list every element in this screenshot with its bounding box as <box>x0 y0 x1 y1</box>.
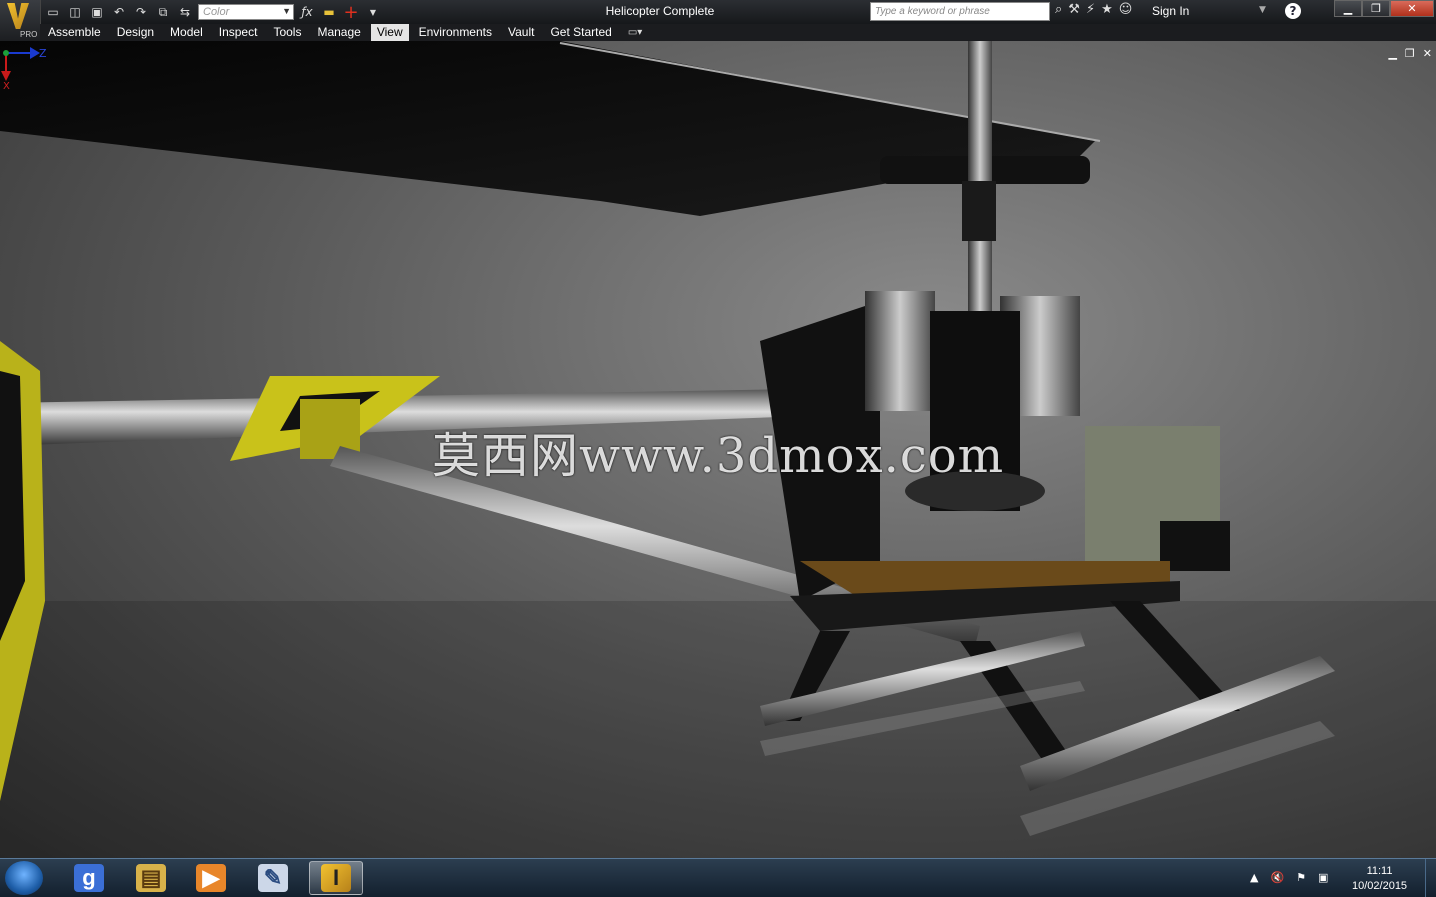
help-toolbar: ⌕ ⚒ ⚡ ★ ☺ <box>1055 2 1132 17</box>
tools-icon[interactable]: ⚒ <box>1068 2 1080 17</box>
tab-inspect[interactable]: Inspect <box>211 24 266 41</box>
help-icon[interactable]: ? <box>1285 3 1301 19</box>
formula-icon[interactable]: ƒx <box>298 3 316 21</box>
floor-shadow <box>0 601 1436 858</box>
tab-view[interactable]: View <box>370 24 409 41</box>
tab-tools[interactable]: Tools <box>265 24 309 41</box>
chevron-down-icon: ▼ <box>282 6 291 16</box>
show-hidden-icons-icon[interactable]: ▲ <box>1250 871 1258 884</box>
tab-manage[interactable]: Manage <box>309 24 368 41</box>
inventor-logo-icon <box>7 3 29 29</box>
update-icon[interactable]: ⇆ <box>176 3 194 21</box>
chevron-down-icon[interactable]: ▼ <box>1259 5 1266 15</box>
network-icon[interactable]: ▣ <box>1318 871 1328 884</box>
media-player-icon: ▶ <box>196 864 226 892</box>
subscription-icon[interactable]: ⚡ <box>1086 2 1095 17</box>
clock-date: 10/02/2015 <box>1352 880 1408 892</box>
redo-icon[interactable]: ↷ <box>132 3 150 21</box>
y-axis-dot <box>3 50 9 56</box>
taskbar-app-explorer[interactable]: ▤ <box>124 861 178 895</box>
clock-time: 11:11 <box>1366 865 1393 877</box>
ribbon-options-icon[interactable]: ▭▾ <box>628 27 642 38</box>
volume-muted-icon[interactable]: 🔇 <box>1270 871 1284 884</box>
system-clock[interactable]: 11:11 10/02/2015 <box>1352 864 1407 894</box>
windows-taskbar: g ▤ ▶ ✎ I ▲ 🔇 ⚑ ▣ 11:11 10/02/2015 <box>0 858 1436 897</box>
restore-button[interactable]: ❐ <box>1362 0 1390 17</box>
inventor-icon: I <box>321 864 351 892</box>
title-bar: ▭ ◫ ▣ ↶ ↷ ⧉ ⇆ Color ▼ ƒx ▬ + ▼ Helicopte… <box>0 0 1436 24</box>
graphics-viewport[interactable]: ▁ ❐ ✕ 莫西网www.3dmox.com Z X <box>0 41 1436 858</box>
tab-assemble[interactable]: Assemble <box>40 24 109 41</box>
close-button[interactable]: ✕ <box>1390 0 1434 17</box>
minimize-button[interactable]: ▁ <box>1334 0 1362 17</box>
tab-vault[interactable]: Vault <box>500 24 542 41</box>
new-file-icon[interactable]: ▭ <box>44 3 62 21</box>
add-icon[interactable]: + <box>342 2 360 23</box>
google-icon: g <box>74 864 104 892</box>
watermark-text: 莫西网www.3dmox.com <box>432 428 1005 484</box>
close-icon[interactable]: ✕ <box>1423 47 1432 60</box>
tab-model[interactable]: Model <box>162 24 211 41</box>
folder-icon: ▤ <box>136 864 166 892</box>
main-rotor-blade <box>0 41 1095 216</box>
ribbon-tabs: Assemble Design Model Inspect Tools Mana… <box>40 24 1436 41</box>
shaft-collar <box>962 181 996 241</box>
customize-icon[interactable]: ▼ <box>364 3 382 21</box>
taskbar-app-inventor[interactable]: I <box>309 861 363 895</box>
viewport-controls: ▁ ❐ ✕ <box>1388 47 1432 60</box>
sign-in-button[interactable]: Sign In <box>1152 4 1189 18</box>
tab-environments[interactable]: Environments <box>411 24 500 41</box>
tail-motor-mount <box>1160 521 1230 571</box>
color-dropdown-label: Color <box>203 6 230 18</box>
taskbar-app-chrome[interactable]: g <box>62 861 116 895</box>
taskbar-app-paint[interactable]: ✎ <box>246 861 300 895</box>
taskbar-app-media-player[interactable]: ▶ <box>184 861 238 895</box>
binoculars-icon[interactable]: ⌕ <box>1055 2 1062 17</box>
x-axis-label: X <box>3 81 10 91</box>
start-button[interactable] <box>5 861 43 895</box>
select-icon[interactable]: ⧉ <box>154 3 172 21</box>
x-axis-arrow <box>1 71 11 81</box>
restore-icon[interactable]: ❐ <box>1405 47 1415 60</box>
action-center-flag-icon[interactable]: ⚑ <box>1296 871 1306 884</box>
favorites-icon[interactable]: ★ <box>1101 2 1113 17</box>
servo-cylinder-left <box>865 291 935 411</box>
color-dropdown[interactable]: Color ▼ <box>198 4 294 20</box>
window-title: Helicopter Complete <box>605 4 715 18</box>
window-controls: ▁ ❐ ✕ <box>1334 0 1434 18</box>
undo-icon[interactable]: ↶ <box>110 3 128 21</box>
axis-triad: Z X <box>1 47 47 91</box>
pro-badge: PRO <box>20 30 38 39</box>
system-tray: ▲ 🔇 ⚑ ▣ <box>1250 871 1328 884</box>
tab-design[interactable]: Design <box>109 24 162 41</box>
show-desktop-button[interactable] <box>1425 859 1436 897</box>
search-input[interactable]: Type a keyword or phrase <box>870 2 1050 21</box>
paint-palette-icon: ✎ <box>258 864 288 892</box>
minimize-icon[interactable]: ▁ <box>1388 47 1396 60</box>
application-menu-button[interactable]: PRO <box>0 0 41 41</box>
z-axis-label: Z <box>39 47 47 60</box>
tab-get-started[interactable]: Get Started <box>542 24 619 41</box>
measure-icon[interactable]: ▬ <box>320 3 338 21</box>
user-icon[interactable]: ☺ <box>1119 2 1133 17</box>
save-icon[interactable]: ▣ <box>88 3 106 21</box>
quick-access-toolbar: ▭ ◫ ▣ ↶ ↷ ⧉ ⇆ Color ▼ ƒx ▬ + ▼ <box>44 2 382 23</box>
open-folder-icon[interactable]: ◫ <box>66 3 84 21</box>
